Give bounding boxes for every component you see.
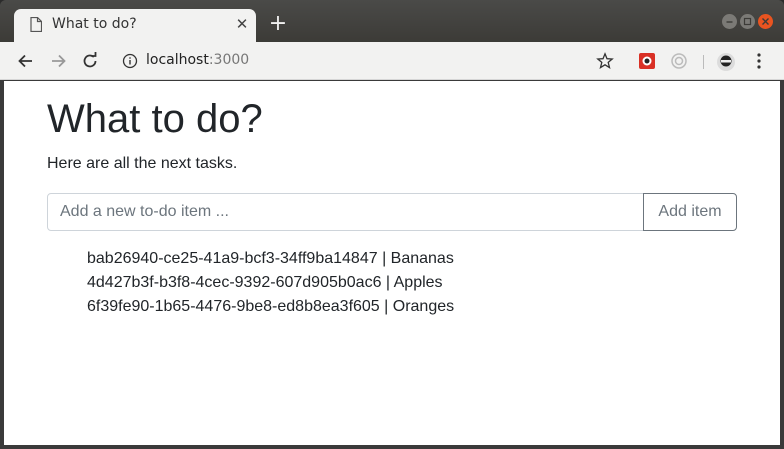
profile-avatar-icon[interactable] [716,52,736,72]
minimize-button[interactable] [722,14,737,29]
extension-icon[interactable] [670,52,688,70]
info-icon[interactable] [122,53,138,69]
new-tab-button[interactable]: + [268,13,288,35]
new-todo-input[interactable] [47,193,644,231]
task-item: 6f39fe90-1b65-4476-9be8-ed8b8ea3f605 | O… [87,298,455,315]
window-close-button[interactable] [758,14,773,29]
toolbar-divider [703,55,704,69]
close-icon[interactable]: ✕ [234,15,250,33]
reload-icon[interactable] [80,51,100,71]
tab-what-to-do[interactable]: What to do? ✕ [14,9,256,42]
browser-toolbar: localhost:3000 [0,42,784,80]
page-title: What to do? [47,97,263,141]
task-item: 4d427b3f-b3f8-4cec-9392-607d905b0ac6 | A… [87,274,443,291]
page-viewport: What to do? Here are all the next tasks.… [4,81,780,445]
task-list: bab26940-ce25-41a9-bcf3-34ff9ba14847 | B… [87,247,454,319]
add-item-form: Add item [47,193,737,231]
extension-icon[interactable] [638,52,656,70]
minimize-icon [726,21,733,23]
add-item-button[interactable]: Add item [643,193,737,231]
url-text: localhost:3000 [146,52,249,68]
maximize-button[interactable] [740,14,755,29]
url-host: localhost [146,52,209,68]
back-icon[interactable] [16,51,36,71]
document-icon [30,17,42,32]
page-subtitle: Here are all the next tasks. [47,155,238,172]
url-port: :3000 [208,52,250,68]
forward-icon[interactable] [48,51,68,71]
tab-strip: What to do? ✕ + [0,0,784,42]
browser-window: What to do? ✕ + localhost:3000 What to d… [0,0,784,449]
window-close-icon [762,18,769,25]
star-icon[interactable] [596,52,614,70]
tab-title: What to do? [52,16,137,32]
task-item: bab26940-ce25-41a9-bcf3-34ff9ba14847 | B… [87,250,454,267]
kebab-menu-icon[interactable] [754,52,764,70]
address-bar[interactable]: localhost:3000 [112,46,630,76]
maximize-icon [743,17,752,26]
